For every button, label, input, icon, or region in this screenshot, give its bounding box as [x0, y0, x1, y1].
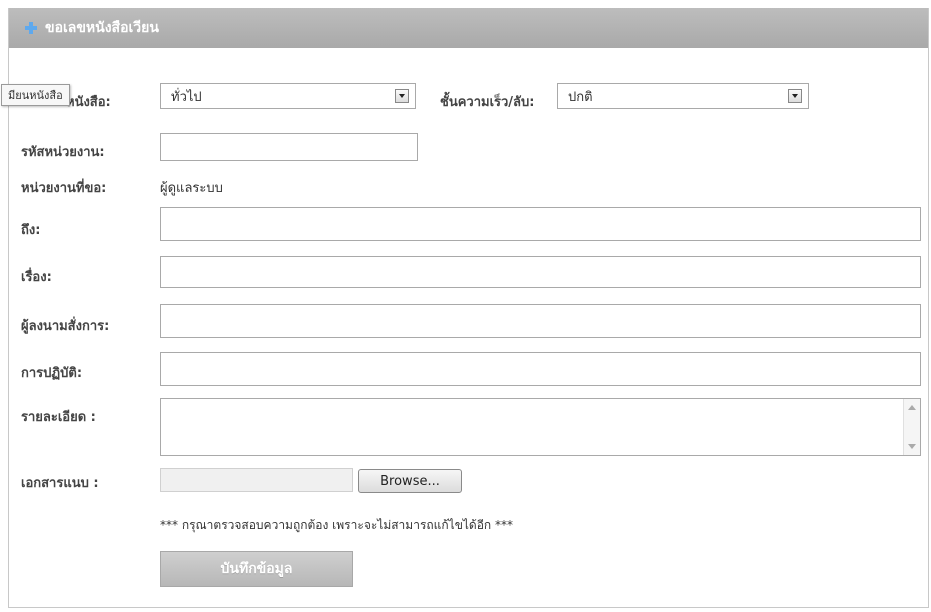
chevron-down-icon[interactable] [788, 89, 802, 103]
attachment-label: เอกสารแนบ : [21, 476, 99, 491]
warning-text: *** กรุณาตรวจสอบความถูกต้อง เพราะจะไม่สา… [160, 518, 514, 532]
priority-label: ชั้นความเร็ว/ลับ: [440, 95, 535, 110]
doc-type-select[interactable]: ทั่วไป [160, 83, 416, 109]
unit-code-label: รหัสหน่วยงาน: [21, 145, 105, 160]
form-panel: ขอเลขหนังสือเวียน หนังสือ: ทั่วไป ชั้นคว… [1, 8, 929, 608]
priority-value: ปกติ [568, 89, 593, 105]
plus-icon [25, 22, 37, 34]
doc-type-value: ทั่วไป [171, 89, 202, 105]
details-textarea[interactable] [160, 398, 921, 456]
attachment-filename[interactable] [160, 468, 353, 492]
signer-label: ผู้ลงนามสั่งการ: [21, 319, 110, 334]
signer-input[interactable] [160, 304, 921, 338]
panel-header: ขอเลขหนังสือเวียน [9, 8, 928, 48]
action-input[interactable] [160, 352, 921, 386]
subject-input[interactable] [160, 256, 921, 288]
action-label: การปฏิบัติ: [21, 366, 83, 381]
requester-value: ผู้ดูแลระบบ [160, 181, 223, 196]
to-input[interactable] [160, 207, 921, 241]
unit-code-input[interactable] [160, 133, 418, 161]
subject-label: เรื่อง: [21, 270, 52, 285]
scroll-up-icon[interactable] [908, 405, 916, 410]
browse-button[interactable]: Browse... [358, 469, 462, 493]
to-label: ถึง: [21, 223, 41, 238]
scroll-down-icon[interactable] [908, 444, 916, 449]
details-label: รายละเอียด : [21, 410, 96, 425]
doc-type-label: หนังสือ: [66, 95, 111, 110]
chevron-down-icon[interactable] [395, 89, 409, 103]
save-button[interactable]: บันทึกข้อมูล [160, 551, 353, 587]
requester-label: หน่วยงานที่ขอ: [21, 181, 107, 196]
details-scrollbar[interactable] [903, 399, 920, 455]
priority-select[interactable]: ปกติ [557, 83, 809, 109]
tooltip: มียนหนังสือ [1, 84, 70, 106]
panel-title: ขอเลขหนังสือเวียน [45, 20, 159, 36]
